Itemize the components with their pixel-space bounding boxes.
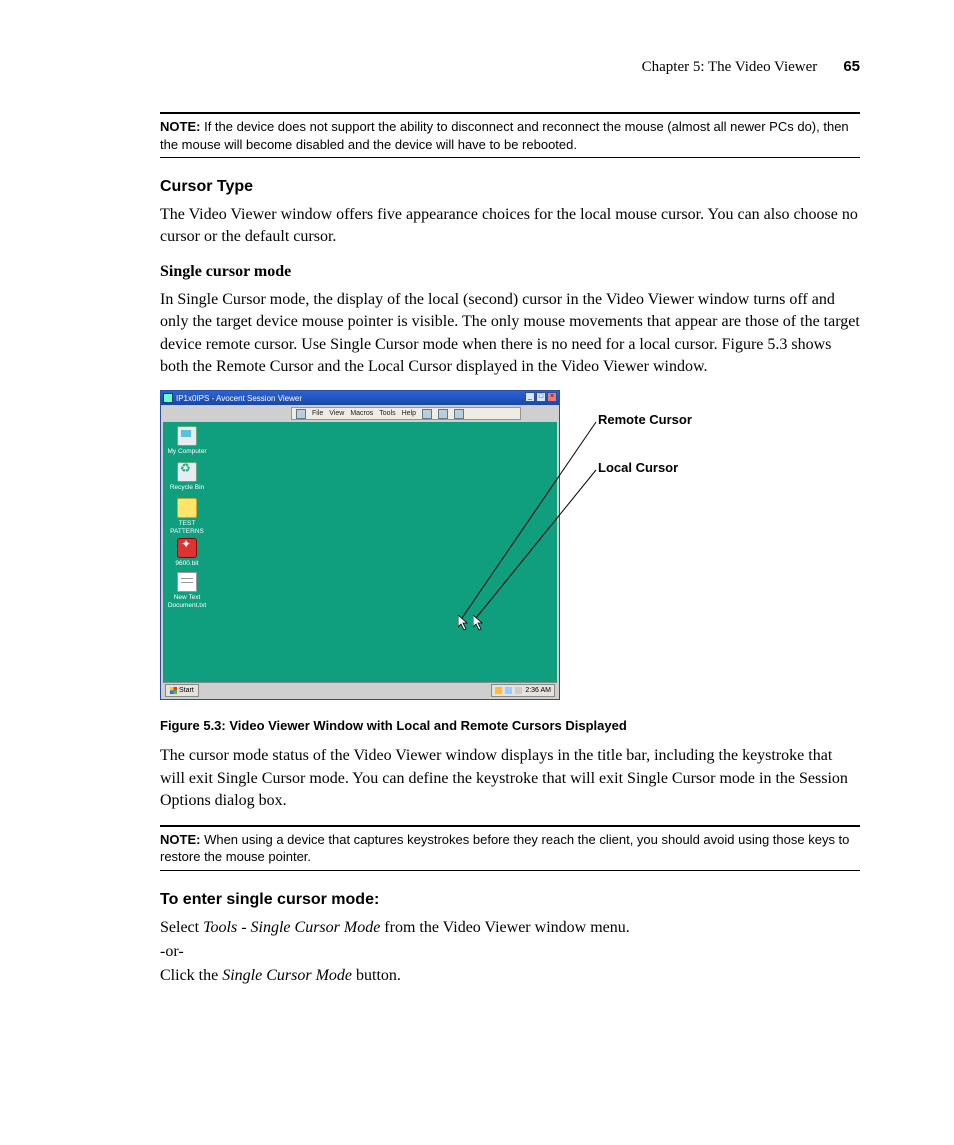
window-buttons: _ □ × bbox=[525, 392, 557, 402]
para-single-cursor: In Single Cursor mode, the display of th… bbox=[160, 289, 860, 379]
desktop-icon-mycomputer[interactable]: My Computer bbox=[167, 426, 207, 455]
computer-icon bbox=[177, 426, 197, 446]
text: button. bbox=[352, 967, 401, 984]
text: Click the bbox=[160, 967, 222, 984]
desktop-icon-recycle[interactable]: Recycle Bin bbox=[167, 462, 207, 491]
menu-tools[interactable]: Tools bbox=[379, 410, 395, 417]
para-cursor-type: The Video Viewer window offers five appe… bbox=[160, 204, 860, 249]
note-1: NOTE: If the device does not support the… bbox=[160, 118, 860, 153]
annotation-remote-cursor: Remote Cursor bbox=[598, 412, 692, 427]
close-icon[interactable]: × bbox=[547, 392, 557, 402]
system-tray: 2:36 AM bbox=[491, 684, 555, 697]
step-or: -or- bbox=[160, 941, 860, 963]
desktop-icon-bitfile[interactable]: 9600.bit bbox=[167, 538, 207, 567]
tray-icon[interactable] bbox=[495, 687, 502, 694]
recycle-icon bbox=[177, 462, 197, 482]
folder-icon bbox=[177, 498, 197, 518]
running-header: Chapter 5: The Video Viewer 65 bbox=[160, 58, 860, 76]
annotation-local-cursor: Local Cursor bbox=[598, 460, 678, 475]
menu-file[interactable]: File bbox=[312, 410, 323, 417]
icon-label: New Text Document.txt bbox=[168, 594, 206, 608]
note-label: NOTE: bbox=[160, 832, 200, 847]
toolbar-icon-2[interactable] bbox=[438, 409, 448, 419]
menu-app-icon bbox=[296, 409, 306, 419]
menu-help[interactable]: Help bbox=[402, 410, 416, 417]
page-content: Chapter 5: The Video Viewer 65 NOTE: If … bbox=[160, 58, 860, 1000]
viewer-window: IP1x0IPS - Avocent Session Viewer _ □ × … bbox=[160, 390, 560, 700]
figure-caption: Figure 5.3: Video Viewer Window with Loc… bbox=[160, 718, 860, 733]
remote-desktop: My Computer Recycle Bin TEST PATTERNS 96… bbox=[163, 422, 557, 687]
menu-path: Tools - Single Cursor Mode bbox=[203, 919, 380, 936]
button-name: Single Cursor Mode bbox=[222, 967, 352, 984]
chapter-title: Chapter 5: The Video Viewer bbox=[642, 59, 818, 76]
menu-macros[interactable]: Macros bbox=[350, 410, 373, 417]
menu-view[interactable]: View bbox=[329, 410, 344, 417]
file-icon bbox=[177, 538, 197, 558]
note-rule-bottom bbox=[160, 157, 860, 158]
note2-rule-top bbox=[160, 825, 860, 827]
windows-flag-icon bbox=[170, 687, 177, 694]
toolbar-icon-1[interactable] bbox=[422, 409, 432, 419]
app-icon bbox=[163, 393, 173, 403]
heading-enter-single-cursor: To enter single cursor mode: bbox=[160, 891, 860, 909]
start-label: Start bbox=[179, 687, 194, 694]
icon-label: 9600.bit bbox=[175, 560, 198, 567]
step-line-2: Click the Single Cursor Mode button. bbox=[160, 965, 860, 987]
para-after-figure: The cursor mode status of the Video View… bbox=[160, 745, 860, 812]
note-rule-top bbox=[160, 112, 860, 114]
heading-single-cursor: Single cursor mode bbox=[160, 263, 860, 281]
taskbar: Start 2:36 AM bbox=[163, 682, 557, 697]
heading-cursor-type: Cursor Type bbox=[160, 178, 860, 196]
minimize-icon[interactable]: _ bbox=[525, 392, 535, 402]
text: from the Video Viewer window menu. bbox=[380, 919, 629, 936]
note-label: NOTE: bbox=[160, 119, 200, 134]
note2-rule-bottom bbox=[160, 870, 860, 871]
note-2: NOTE: When using a device that captures … bbox=[160, 831, 860, 866]
desktop-icon-folder[interactable]: TEST PATTERNS bbox=[167, 498, 207, 534]
step-line-1: Select Tools - Single Cursor Mode from t… bbox=[160, 917, 860, 939]
icon-label: TEST PATTERNS bbox=[170, 520, 204, 534]
window-titlebar: IP1x0IPS - Avocent Session Viewer _ □ × bbox=[161, 391, 559, 405]
icon-label: Recycle Bin bbox=[170, 484, 204, 491]
tray-icon[interactable] bbox=[505, 687, 512, 694]
desktop-icon-textfile[interactable]: New Text Document.txt bbox=[167, 572, 207, 608]
start-button[interactable]: Start bbox=[165, 684, 199, 697]
clock: 2:36 AM bbox=[525, 687, 551, 694]
page-number: 65 bbox=[843, 58, 860, 75]
toolbar-area: File View Macros Tools Help bbox=[161, 405, 559, 422]
toolbar-icon-3[interactable] bbox=[454, 409, 464, 419]
note-text: When using a device that captures keystr… bbox=[160, 832, 849, 865]
text-file-icon bbox=[177, 572, 197, 592]
maximize-icon[interactable]: □ bbox=[536, 392, 546, 402]
tray-speaker-icon[interactable] bbox=[515, 687, 522, 694]
text: Select bbox=[160, 919, 203, 936]
figure-5-3: IP1x0IPS - Avocent Session Viewer _ □ × … bbox=[160, 390, 860, 710]
icon-label: My Computer bbox=[167, 448, 206, 455]
note-text: If the device does not support the abili… bbox=[160, 119, 849, 152]
window-title: IP1x0IPS - Avocent Session Viewer bbox=[176, 394, 302, 403]
menubar: File View Macros Tools Help bbox=[291, 407, 521, 420]
